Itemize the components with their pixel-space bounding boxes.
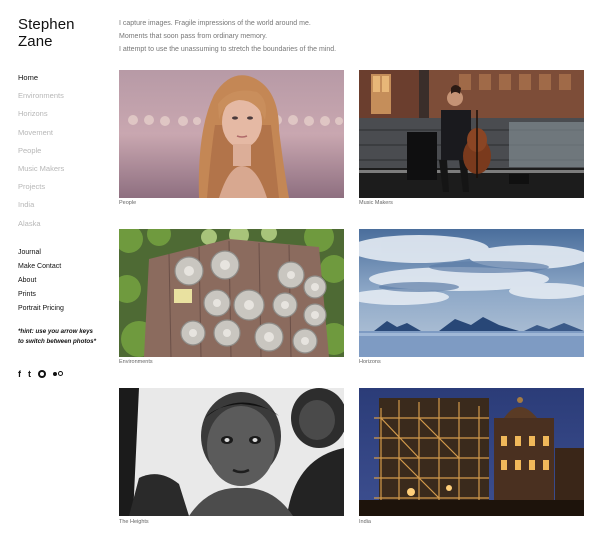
site-title-line-1[interactable]: Stephen (18, 16, 113, 33)
cellist-photo (359, 70, 584, 198)
nav-item-prints[interactable]: Prints (18, 288, 113, 302)
intro-line-3: I attempt to use the unassuming to stret… (119, 46, 337, 53)
caption-music-makers: Music Makers (359, 200, 393, 206)
nav-item-horizons[interactable]: Horizons (18, 105, 113, 123)
page-nav: Journal Make Contact About Prints Portra… (18, 246, 113, 316)
gallery-tile-india[interactable] (359, 388, 584, 516)
site-title-line-2[interactable]: Zane (18, 33, 113, 50)
site-title[interactable]: Stephen Zane (18, 16, 113, 50)
intro-line-2: Moments that soon pass from ordinary mem… (119, 33, 268, 40)
nav-item-about[interactable]: About (18, 274, 113, 288)
hubcaps-photo (119, 229, 344, 357)
intro-line-1: I capture images. Fragile impressions of… (119, 20, 311, 27)
gallery-tile-the-heights[interactable] (119, 388, 344, 516)
nav-item-people[interactable]: People (18, 142, 113, 160)
nav-item-home[interactable]: Home (18, 69, 113, 87)
caption-people: People (119, 200, 137, 206)
caption-environments: Environments (119, 359, 153, 365)
boy-photo (119, 388, 344, 516)
nav-item-make-contact[interactable]: Make Contact (18, 260, 113, 274)
nav-item-alaska[interactable]: Alaska (18, 215, 113, 233)
caption-india: India (359, 519, 371, 525)
caption-the-heights: The Heights (119, 519, 149, 525)
gallery-nav: Home Environments Horizons Movement Peop… (18, 69, 113, 233)
social-links: f t (18, 369, 113, 379)
arrow-keys-hint: *hint: use you arrow keys to switch betw… (18, 327, 97, 345)
nav-item-movement[interactable]: Movement (18, 124, 113, 142)
facebook-icon[interactable]: f (18, 369, 21, 379)
circle-icon[interactable] (38, 369, 46, 378)
flickr-icon[interactable] (53, 371, 63, 377)
caption-horizons: Horizons (359, 359, 381, 365)
nav-item-music-makers[interactable]: Music Makers (18, 160, 113, 178)
gallery-tile-horizons[interactable] (359, 229, 584, 357)
nav-item-environments[interactable]: Environments (18, 87, 113, 105)
india-scaffold-photo (359, 388, 584, 516)
nav-item-portrait-pricing[interactable]: Portrait Pricing (18, 302, 113, 316)
intro-text: I capture images. Fragile impressions of… (119, 17, 519, 56)
tumblr-icon[interactable]: t (28, 369, 31, 379)
gallery-tile-music-makers[interactable] (359, 70, 584, 198)
mountains-photo (359, 229, 584, 357)
portrait-photo (119, 70, 344, 198)
nav-item-projects[interactable]: Projects (18, 178, 113, 196)
nav-item-india[interactable]: India (18, 196, 113, 214)
nav-item-journal[interactable]: Journal (18, 246, 113, 260)
gallery-tile-environments[interactable] (119, 229, 344, 357)
sidebar: Stephen Zane Home Environments Horizons … (18, 16, 113, 379)
gallery-tile-people[interactable] (119, 70, 344, 198)
